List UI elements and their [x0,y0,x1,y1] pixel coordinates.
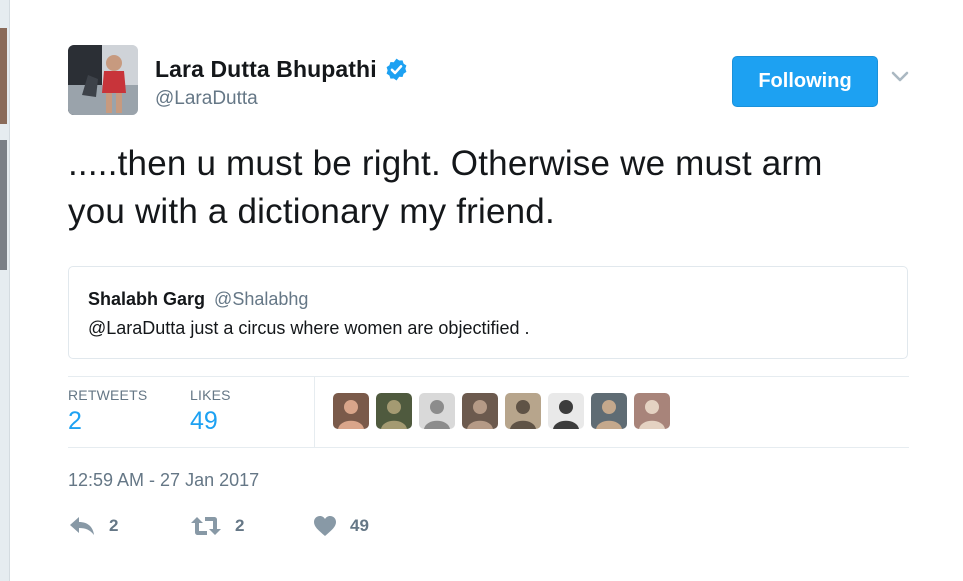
avatar-photo-icon [462,393,498,429]
avatar-photo-icon [634,393,670,429]
liker-avatar[interactable] [462,393,498,429]
tweet-timestamp: 12:59 AM - 27 Jan 2017 [68,470,260,490]
liker-avatar[interactable] [376,393,412,429]
likers-avatars [333,393,670,429]
author-display-name[interactable]: Lara Dutta Bhupathi [155,56,377,83]
liker-avatar[interactable] [591,393,627,429]
liker-avatar[interactable] [333,393,369,429]
avatar-photo-icon [68,45,138,115]
reply-count: 2 [109,516,119,535]
stats-divider [314,377,315,447]
tweet-stats: RETWEETS 2 LIKES 49 [68,376,909,448]
likes-stat[interactable]: LIKES 49 [190,387,231,436]
likes-label: LIKES [190,387,231,403]
chevron-down-icon[interactable] [890,70,910,84]
avatar-photo-icon [548,393,584,429]
liker-avatar[interactable] [505,393,541,429]
retweet-count: 2 [235,516,245,535]
retweets-label: RETWEETS [68,387,148,403]
quoted-tweet-header: Shalabh Garg @Shalabhg [88,289,308,310]
heart-icon [313,515,337,537]
reply-icon [68,515,96,537]
liker-avatar[interactable] [634,393,670,429]
following-button[interactable]: Following [732,56,878,107]
retweet-button[interactable]: 2 [190,515,244,537]
quoted-tweet[interactable]: Shalabh Garg @Shalabhg @LaraDutta just a… [68,266,908,359]
author-handle[interactable]: @LaraDutta [155,88,258,110]
avatar-photo-icon [419,393,455,429]
like-count: 49 [350,516,369,535]
retweets-count: 2 [68,407,82,435]
background-image-fragment [0,140,7,270]
quoted-author-handle: @Shalabhg [214,289,309,309]
likes-count: 49 [190,407,218,435]
author-name-row: Lara Dutta Bhupathi [155,56,409,83]
quoted-tweet-text: @LaraDutta just a circus where women are… [88,318,530,338]
tweet-text: .....then u must be right. Otherwise we … [68,144,823,231]
liker-avatar[interactable] [548,393,584,429]
quoted-author-name: Shalabh Garg [88,289,206,309]
retweet-icon [190,515,222,537]
liker-avatar[interactable] [419,393,455,429]
avatar-photo-icon [333,393,369,429]
avatar-photo-icon [376,393,412,429]
background-image-fragment [0,28,7,124]
reply-button[interactable]: 2 [68,515,118,537]
verified-badge-icon [384,57,409,82]
background-timeline-edge [0,0,10,581]
retweets-stat[interactable]: RETWEETS 2 [68,387,147,436]
avatar-photo-icon [591,393,627,429]
author-avatar[interactable] [68,45,138,115]
avatar-photo-icon [505,393,541,429]
like-button[interactable]: 49 [313,515,369,537]
